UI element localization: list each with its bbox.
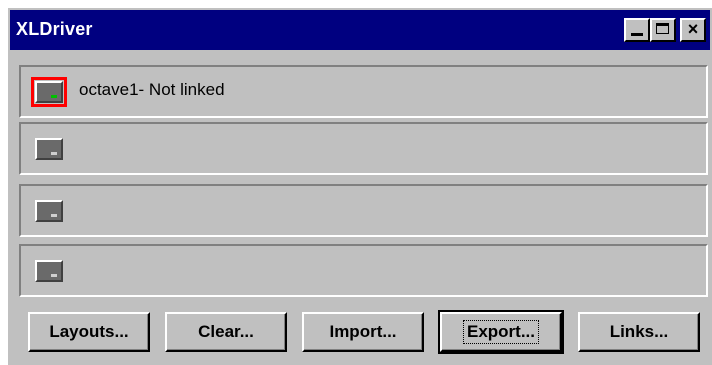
close-icon: × xyxy=(687,19,699,39)
link-slot-2[interactable] xyxy=(19,122,708,175)
device-icon[interactable] xyxy=(35,200,63,222)
export-button[interactable]: Export... xyxy=(438,310,564,354)
device-icon[interactable] xyxy=(35,138,63,160)
maximize-button[interactable] xyxy=(650,18,676,42)
link-slot-1[interactable]: octave1- Not linked xyxy=(19,65,708,118)
device-icon[interactable] xyxy=(35,260,63,282)
links-label: Links... xyxy=(609,322,669,341)
import-button[interactable]: Import... xyxy=(302,312,424,352)
link-slot-4[interactable] xyxy=(19,244,708,297)
export-label: Export... xyxy=(462,320,540,344)
status-led xyxy=(51,274,57,277)
clear-button[interactable]: Clear... xyxy=(165,312,287,352)
device-icon[interactable] xyxy=(31,77,67,107)
maximize-icon xyxy=(656,23,669,34)
title-bar[interactable]: XLDriver × xyxy=(10,10,710,50)
clear-label: Clear... xyxy=(198,322,254,341)
slot-label: octave1- Not linked xyxy=(79,80,225,99)
window-title: XLDriver xyxy=(16,19,93,39)
layouts-button[interactable]: Layouts... xyxy=(28,312,150,352)
status-led xyxy=(51,95,57,98)
import-label: Import... xyxy=(329,322,397,341)
links-button[interactable]: Links... xyxy=(578,312,700,352)
minimize-icon xyxy=(631,33,643,36)
layouts-label: Layouts... xyxy=(49,322,129,341)
close-button[interactable]: × xyxy=(680,18,706,42)
minimize-button[interactable] xyxy=(624,18,650,42)
link-slot-3[interactable] xyxy=(19,184,708,237)
xldriver-window: XLDriver × octave1- Not linked Layouts..… xyxy=(8,8,712,365)
status-led xyxy=(51,152,57,155)
status-led xyxy=(51,214,57,217)
